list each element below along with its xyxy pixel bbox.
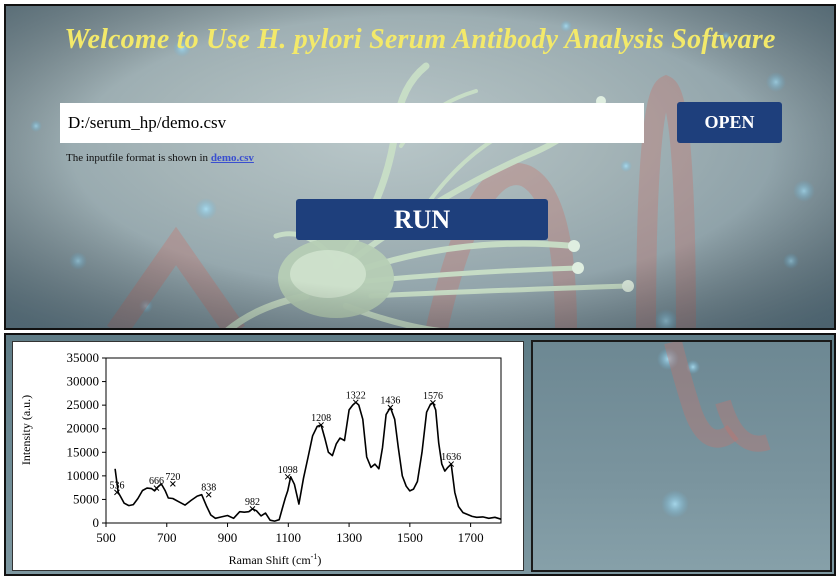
chart-ticks: 0 5000 10000 15000 20000 25000 30000 35000 500 70… xyxy=(67,350,484,545)
x-tick-label: 1100 xyxy=(276,530,302,545)
spectrum-chart-panel: 0 5000 10000 15000 20000 25000 30000 35000 500 70… xyxy=(12,341,524,571)
peak-label: 838 xyxy=(201,483,216,494)
chart-peak-labels: 536 666 720 838 982 1098 1208 1322 1436 1576 1636 xyxy=(109,390,461,512)
peak-label: 1208 xyxy=(311,413,331,424)
y-tick-label: 10000 xyxy=(67,468,100,483)
results-area: 0 5000 10000 15000 20000 25000 30000 35000 500 70… xyxy=(4,333,836,576)
x-tick-label: 1700 xyxy=(458,530,484,545)
app-window: Welcome to Use H. pylori Serum Antibody … xyxy=(0,0,840,580)
peak-label: 982 xyxy=(245,497,260,508)
peak-label: 1436 xyxy=(380,396,400,407)
y-tick-label: 15000 xyxy=(67,444,100,459)
x-axis-label-end: ) xyxy=(317,553,321,567)
peak-label: 666 xyxy=(149,476,164,487)
peak-label: 1322 xyxy=(346,390,366,401)
x-axis-label-main: Raman Shift (cm xyxy=(229,553,312,567)
y-tick-label: 20000 xyxy=(67,421,100,436)
open-button[interactable]: OPEN xyxy=(677,102,782,143)
raman-spectrum-chart: 0 5000 10000 15000 20000 25000 30000 35000 500 70… xyxy=(19,350,502,567)
x-axis-label-sup: -1 xyxy=(311,552,318,561)
chart-axes xyxy=(105,357,502,524)
x-tick-label: 1500 xyxy=(397,530,423,545)
peak-label: 720 xyxy=(165,472,180,483)
file-path-input[interactable] xyxy=(60,103,644,143)
input-panel: Welcome to Use H. pylori Serum Antibody … xyxy=(4,4,836,330)
x-tick-label: 1300 xyxy=(336,530,362,545)
demo-csv-link[interactable]: demo.csv xyxy=(211,152,254,164)
peak-label: 536 xyxy=(109,480,124,491)
peak-label: 1576 xyxy=(423,391,443,402)
plot-frame xyxy=(105,357,502,524)
result-panel-background xyxy=(657,342,771,518)
format-hint-text: The inputfile format is shown in xyxy=(66,152,211,164)
x-tick-label: 900 xyxy=(218,530,238,545)
y-axis-label: Intensity (a.u.) xyxy=(19,395,33,465)
peak-label: 1636 xyxy=(441,452,461,463)
format-hint: The inputfile format is shown in demo.cs… xyxy=(66,152,254,164)
x-tick-label: 500 xyxy=(96,530,116,545)
y-tick-label: 30000 xyxy=(67,374,100,389)
result-display-panel xyxy=(531,340,832,572)
x-tick-label: 700 xyxy=(157,530,177,545)
page-title: Welcome to Use H. pylori Serum Antibody … xyxy=(64,24,776,55)
run-button[interactable]: RUN xyxy=(296,199,548,240)
y-tick-label: 0 xyxy=(93,515,100,530)
x-axis-label: Raman Shift (cm-1) xyxy=(229,552,322,567)
peak-label: 1098 xyxy=(278,465,298,476)
y-tick-label: 5000 xyxy=(73,491,99,506)
y-tick-label: 35000 xyxy=(67,350,100,365)
y-tick-label: 25000 xyxy=(67,397,100,412)
